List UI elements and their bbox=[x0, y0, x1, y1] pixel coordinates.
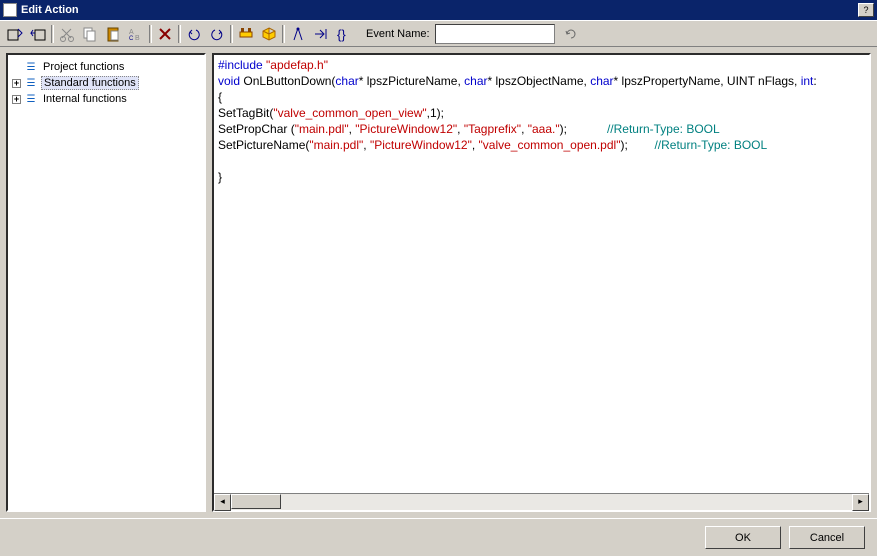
folder-icon: ☰ bbox=[24, 61, 38, 73]
tb-compass-icon[interactable] bbox=[287, 23, 309, 45]
scroll-left-icon[interactable]: ◂ bbox=[214, 494, 231, 511]
svg-text:{}: {} bbox=[337, 27, 346, 42]
separator bbox=[281, 23, 286, 45]
footer: OK Cancel bbox=[0, 518, 877, 556]
titlebar: Edit Action ? bbox=[0, 0, 877, 20]
h-scrollbar[interactable]: ◂ ▸ bbox=[214, 493, 869, 510]
tree-pane: ☰ Project functions + ☰ Standard functio… bbox=[6, 53, 206, 512]
svg-text:A: A bbox=[129, 29, 134, 36]
toolbar: ABC {} Event Name: bbox=[0, 20, 877, 47]
scroll-thumb[interactable] bbox=[231, 494, 281, 509]
tb-goto-icon[interactable] bbox=[310, 23, 332, 45]
separator bbox=[229, 23, 234, 45]
tb-tag-icon[interactable] bbox=[235, 23, 257, 45]
tb-copy-icon[interactable] bbox=[79, 23, 101, 45]
ok-button[interactable]: OK bbox=[705, 526, 781, 549]
scroll-right-icon[interactable]: ▸ bbox=[852, 494, 869, 511]
tb-import-icon[interactable] bbox=[27, 23, 49, 45]
folder-icon: ☰ bbox=[24, 77, 38, 89]
event-name-input[interactable] bbox=[435, 24, 555, 44]
tb-cut-icon[interactable] bbox=[56, 23, 78, 45]
separator bbox=[148, 23, 153, 45]
tree-label: Standard functions bbox=[41, 76, 139, 90]
tb-cube-icon[interactable] bbox=[258, 23, 280, 45]
tree-label: Internal functions bbox=[41, 93, 129, 105]
event-name-label: Event Name: bbox=[366, 28, 430, 40]
separator bbox=[177, 23, 182, 45]
scroll-track[interactable] bbox=[231, 494, 852, 510]
tree-item-project[interactable]: ☰ Project functions bbox=[12, 59, 200, 75]
code-editor[interactable]: #include "apdefap.h" void OnLButtonDown(… bbox=[214, 55, 869, 493]
tb-redo-icon[interactable] bbox=[206, 23, 228, 45]
separator bbox=[50, 23, 55, 45]
help-button[interactable]: ? bbox=[858, 3, 874, 17]
tb-undo-icon[interactable] bbox=[183, 23, 205, 45]
svg-text:B: B bbox=[135, 35, 140, 42]
expander-icon[interactable]: + bbox=[12, 79, 21, 88]
svg-text:C: C bbox=[129, 36, 134, 42]
tb-export-icon[interactable] bbox=[4, 23, 26, 45]
tb-delete-icon[interactable] bbox=[154, 23, 176, 45]
window-title: Edit Action bbox=[21, 4, 856, 16]
cancel-button[interactable]: Cancel bbox=[789, 526, 865, 549]
tb-refresh-icon[interactable] bbox=[560, 23, 582, 45]
tb-paste-icon[interactable] bbox=[102, 23, 124, 45]
tree-item-internal[interactable]: + ☰ Internal functions bbox=[12, 91, 200, 107]
folder-icon: ☰ bbox=[24, 93, 38, 105]
code-pane: #include "apdefap.h" void OnLButtonDown(… bbox=[212, 53, 871, 512]
app-icon bbox=[3, 3, 17, 17]
tree-item-standard[interactable]: + ☰ Standard functions bbox=[12, 75, 200, 91]
main-area: ☰ Project functions + ☰ Standard functio… bbox=[0, 47, 877, 518]
tree-label: Project functions bbox=[41, 61, 126, 73]
tb-syntax-icon[interactable]: ABC bbox=[125, 23, 147, 45]
expander-icon[interactable]: + bbox=[12, 95, 21, 104]
tb-braces-icon[interactable]: {} bbox=[333, 23, 355, 45]
